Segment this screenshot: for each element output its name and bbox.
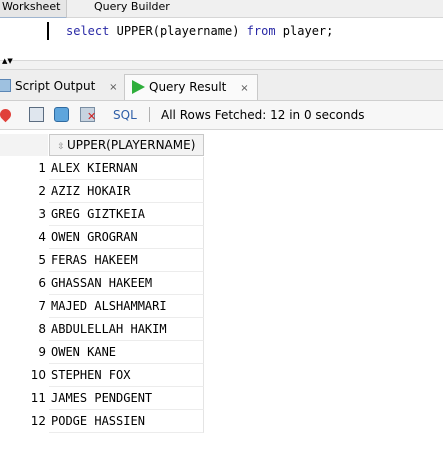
keyword-from: from bbox=[246, 24, 276, 38]
splitter-arrows-icon[interactable]: ▲▼ bbox=[2, 58, 13, 65]
toolbar-divider bbox=[149, 107, 150, 122]
column-header-label: UPPER(PLAYERNAME) bbox=[67, 138, 196, 152]
row-number: 5 bbox=[38, 253, 46, 267]
editor-tab-bar: Worksheet Query Builder bbox=[0, 0, 443, 19]
table-cell[interactable]: FERAS HAKEEM bbox=[49, 249, 204, 272]
row-number: 12 bbox=[30, 414, 46, 428]
table-cell[interactable]: MAJED ALSHAMMARI bbox=[49, 295, 204, 318]
column-header[interactable]: ⇳ UPPER(PLAYERNAME) bbox=[49, 134, 204, 156]
row-number-header bbox=[0, 134, 48, 156]
table-cell[interactable]: PODGE HASSIEN bbox=[49, 410, 204, 433]
sql-button[interactable]: SQL bbox=[113, 108, 137, 122]
row-number: 1 bbox=[38, 161, 46, 175]
tab-worksheet[interactable]: Worksheet bbox=[0, 0, 68, 19]
sql-expression: UPPER(playername) bbox=[116, 24, 240, 38]
table-row[interactable]: 7 MAJED ALSHAMMARI bbox=[0, 295, 443, 318]
sql-table: player; bbox=[282, 24, 334, 38]
table-row[interactable]: 9 OWEN KANE bbox=[0, 341, 443, 364]
table-row[interactable]: 6 GHASSAN HAKEEM bbox=[0, 272, 443, 295]
table-cell[interactable]: JAMES PENDGENT bbox=[49, 387, 204, 410]
sql-editor[interactable]: select UPPER(playername) from player; bbox=[0, 18, 443, 60]
fetch-status: All Rows Fetched: 12 in 0 seconds bbox=[161, 108, 365, 122]
print-icon[interactable] bbox=[29, 107, 44, 122]
grid-header: ⇳ UPPER(PLAYERNAME) bbox=[0, 134, 443, 156]
table-row[interactable]: 3 GREG GIZTKEIA bbox=[0, 203, 443, 226]
table-cell[interactable]: OWEN GROGRAN bbox=[49, 226, 204, 249]
table-cell[interactable]: GHASSAN HAKEEM bbox=[49, 272, 204, 295]
table-row[interactable]: 4 OWEN GROGRAN bbox=[0, 226, 443, 249]
keyword-select: select bbox=[66, 24, 110, 38]
close-query-result-icon[interactable]: × bbox=[240, 83, 248, 94]
table-row[interactable]: 2 AZIZ HOKAIR bbox=[0, 180, 443, 203]
row-number: 7 bbox=[38, 299, 46, 313]
delete-x-icon: ✕ bbox=[87, 110, 97, 123]
tab-script-output[interactable]: Script Output × bbox=[0, 74, 118, 98]
table-row[interactable]: 10 STEPHEN FOX bbox=[0, 364, 443, 387]
table-row[interactable]: 8 ABDULELLAH HAKIM bbox=[0, 318, 443, 341]
table-row[interactable]: 1 ALEX KIERNAN bbox=[0, 157, 443, 180]
table-cell[interactable]: ALEX KIERNAN bbox=[49, 157, 204, 180]
table-row[interactable]: 11 JAMES PENDGENT bbox=[0, 387, 443, 410]
table-row[interactable]: 12 PODGE HASSIEN bbox=[0, 410, 443, 433]
tab-query-builder[interactable]: Query Builder bbox=[88, 0, 176, 17]
table-cell[interactable]: OWEN KANE bbox=[49, 341, 204, 364]
script-output-icon bbox=[0, 79, 11, 92]
row-number: 2 bbox=[38, 184, 46, 198]
run-arrow-icon bbox=[132, 80, 145, 94]
editor-gutter bbox=[0, 18, 46, 60]
tab-script-output-label: Script Output bbox=[15, 79, 96, 93]
row-number: 11 bbox=[30, 391, 46, 405]
table-cell[interactable]: ABDULELLAH HAKIM bbox=[49, 318, 204, 341]
result-toolbar: ✕ SQL All Rows Fetched: 12 in 0 seconds bbox=[0, 101, 443, 130]
close-script-output-icon[interactable]: × bbox=[109, 82, 117, 93]
sql-statement[interactable]: select UPPER(playername) from player; bbox=[66, 24, 333, 38]
table-cell[interactable]: GREG GIZTKEIA bbox=[49, 203, 204, 226]
pin-icon[interactable] bbox=[0, 106, 14, 123]
current-line-marker bbox=[47, 22, 49, 40]
row-number: 4 bbox=[38, 230, 46, 244]
refresh-icon[interactable] bbox=[54, 107, 69, 122]
sort-icon[interactable]: ⇳ bbox=[56, 137, 66, 155]
row-number: 10 bbox=[30, 368, 46, 382]
tab-query-result[interactable]: Query Result × bbox=[124, 74, 258, 100]
row-number: 6 bbox=[38, 276, 46, 290]
pane-splitter[interactable] bbox=[0, 60, 443, 70]
table-cell[interactable]: STEPHEN FOX bbox=[49, 364, 204, 387]
row-number: 8 bbox=[38, 322, 46, 336]
row-number: 9 bbox=[38, 345, 46, 359]
table-cell[interactable]: AZIZ HOKAIR bbox=[49, 180, 204, 203]
tab-query-result-label: Query Result bbox=[149, 80, 227, 94]
output-tab-bar: Script Output × Query Result × bbox=[0, 70, 443, 101]
row-number: 3 bbox=[38, 207, 46, 221]
table-row[interactable]: 5 FERAS HAKEEM bbox=[0, 249, 443, 272]
result-grid: 1 ALEX KIERNAN 2 AZIZ HOKAIR 3 GREG GIZTKEI… bbox=[0, 157, 443, 433]
